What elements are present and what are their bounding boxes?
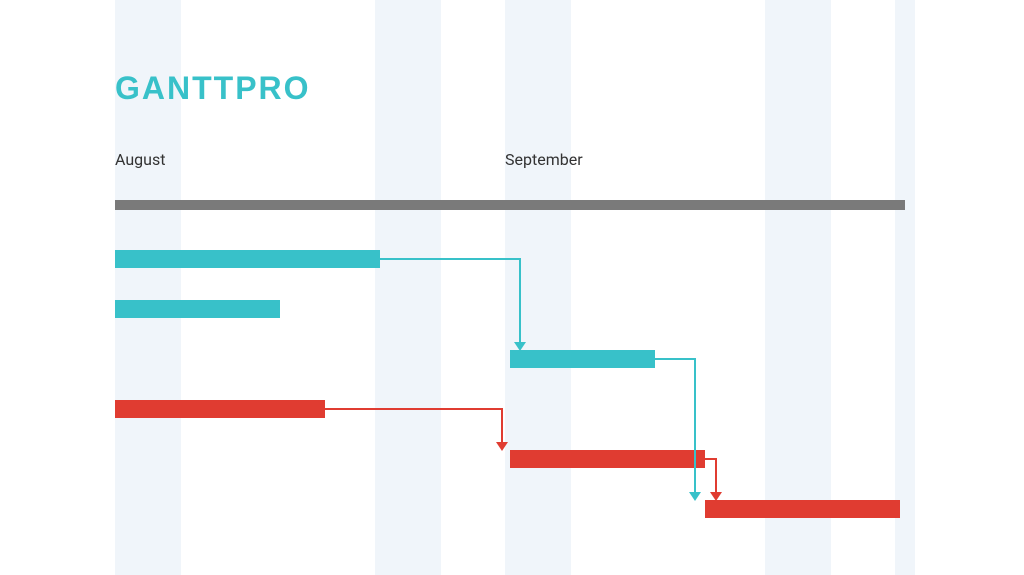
task-bar-6[interactable] [705, 500, 900, 518]
task-bar-3[interactable] [510, 350, 655, 368]
timeline-label-september: September [505, 150, 583, 169]
logo: GANTTPRO [115, 70, 311, 107]
task-bar-2[interactable] [115, 300, 280, 318]
task-bar-1[interactable] [115, 250, 380, 268]
timeline-label-august: August [115, 150, 165, 169]
header-summary-bar [115, 200, 905, 210]
task-bar-4[interactable] [115, 400, 325, 418]
task-bar-5[interactable] [510, 450, 705, 468]
